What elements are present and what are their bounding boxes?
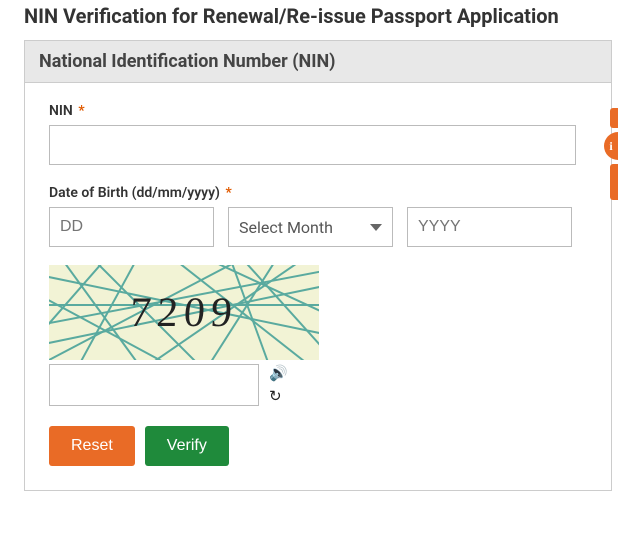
required-asterisk: *	[225, 185, 231, 201]
captcha-input-row: 🔊 ↻	[49, 364, 587, 406]
dob-label-text: Date of Birth (dd/mm/yyyy)	[49, 185, 220, 201]
nin-input[interactable]	[49, 125, 576, 165]
dob-row: Select Month	[49, 207, 587, 247]
nin-label: NIN *	[49, 103, 587, 119]
dob-month-placeholder: Select Month	[239, 218, 333, 237]
nin-panel: National Identification Number (NIN) NIN…	[24, 40, 612, 491]
refresh-icon[interactable]: ↻	[269, 389, 288, 404]
verify-button[interactable]: Verify	[145, 426, 229, 466]
captcha-input[interactable]	[49, 364, 259, 406]
side-tab-bottom[interactable]	[610, 164, 618, 200]
panel-body: NIN * Date of Birth (dd/mm/yyyy) * Selec…	[25, 83, 611, 490]
dob-label: Date of Birth (dd/mm/yyyy) *	[49, 185, 587, 201]
dob-year-input[interactable]	[407, 207, 572, 247]
dob-day-input[interactable]	[49, 207, 214, 247]
button-row: Reset Verify	[49, 426, 587, 466]
panel-header: National Identification Number (NIN)	[25, 41, 611, 83]
page-title: NIN Verification for Renewal/Re-issue Pa…	[24, 4, 618, 28]
captcha-image: 7209	[49, 265, 319, 360]
reset-button[interactable]: Reset	[49, 426, 135, 466]
info-icon: i	[609, 139, 612, 154]
captcha-block: 7209 🔊 ↻	[49, 265, 587, 406]
side-tab-top[interactable]	[610, 108, 618, 128]
dob-month-select[interactable]: Select Month	[228, 207, 393, 247]
chevron-down-icon	[370, 224, 382, 231]
nin-label-text: NIN	[49, 103, 73, 119]
captcha-controls: 🔊 ↻	[269, 364, 288, 404]
audio-icon[interactable]: 🔊	[269, 366, 288, 381]
required-asterisk: *	[78, 103, 84, 119]
